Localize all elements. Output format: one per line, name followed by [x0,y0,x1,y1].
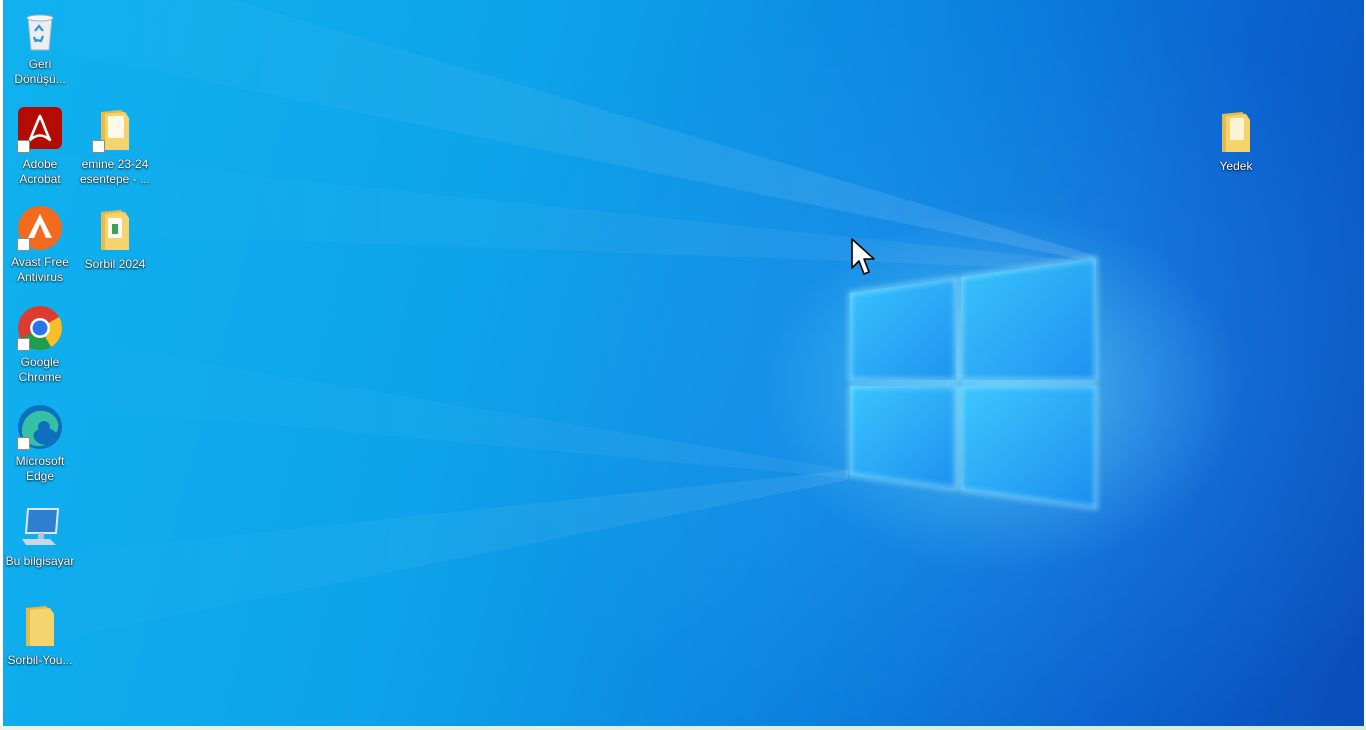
folder-document-icon [91,206,139,254]
adobe-acrobat-icon [16,106,64,154]
windows-logo [849,256,1097,510]
desktop-icon-this-pc[interactable]: Bu bilgisayar [3,503,78,569]
desktop-icon-label: Sorbil-You... [7,653,73,667]
desktop-icon-sorbil-2024[interactable]: Sorbil 2024 [77,206,153,272]
shortcut-arrow-icon [17,140,30,153]
shortcut-arrow-icon [17,437,30,450]
computer-icon [16,503,64,551]
desktop-icon-label: Bu bilgisayar [5,554,75,568]
chrome-icon [16,304,64,352]
mouse-cursor-icon [851,238,875,275]
desktop-icon-chrome[interactable]: Google Chrome [3,304,78,385]
desktop[interactable]: Geri Dönüşü... Adobe Acrobat emine 23-24… [3,0,1364,726]
desktop-icon-recycle-bin[interactable]: Geri Dönüşü... [3,6,78,87]
edge-icon [16,403,64,451]
desktop-icon-label: Google Chrome [18,355,62,384]
wallpaper [3,0,1097,650]
desktop-icon-edge[interactable]: Microsoft Edge [3,403,78,484]
desktop-icon-sorbil-you[interactable]: Sorbil-You... [3,602,78,668]
recycle-bin-icon [16,6,64,54]
shortcut-arrow-icon [92,140,105,153]
folder-icon [1212,108,1260,156]
desktop-icon-label: Adobe Acrobat [19,157,61,186]
desktop-icon-label: emine 23-24 esentepe - ... [79,157,151,186]
desktop-icon-emine-folder[interactable]: emine 23-24 esentepe - ... [77,106,153,187]
desktop-icon-adobe-acrobat[interactable]: Adobe Acrobat [3,106,78,187]
folder-icon [91,106,139,154]
shortcut-arrow-icon [17,338,30,351]
desktop-icon-label: Yedek [1219,159,1253,173]
folder-icon [16,602,64,650]
desktop-icon-label: Sorbil 2024 [84,257,146,271]
avast-icon [16,204,64,252]
desktop-icon-avast[interactable]: Avast Free Antivirus [3,204,78,285]
desktop-icon-yedek[interactable]: Yedek [1198,108,1274,174]
screen-border-bottom [0,726,1366,730]
shortcut-arrow-icon [17,238,30,251]
desktop-icon-label: Microsoft Edge [15,454,65,483]
desktop-icon-label: Geri Dönüşü... [14,57,66,86]
desktop-icon-label: Avast Free Antivirus [11,255,69,284]
